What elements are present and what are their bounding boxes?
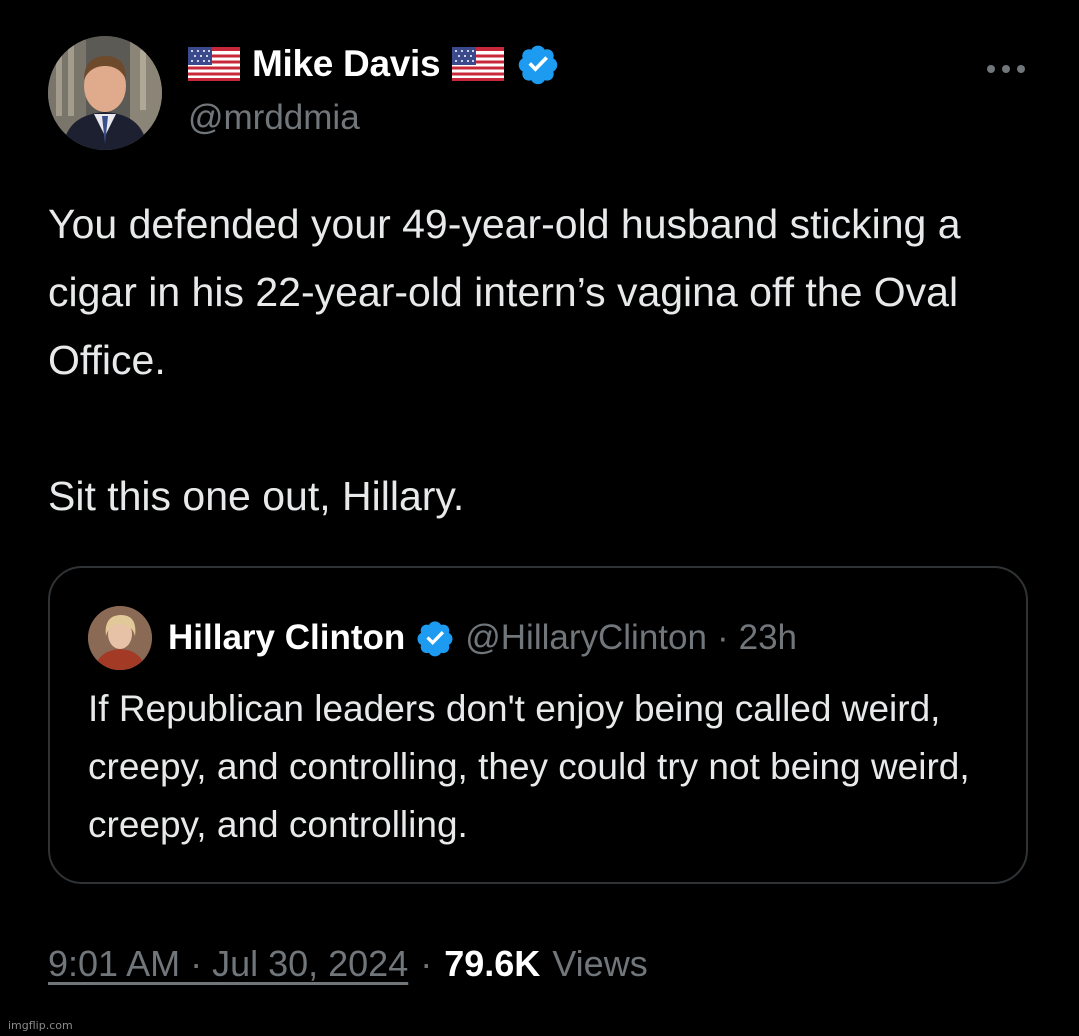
verified-badge-icon[interactable]	[415, 618, 455, 658]
quoted-header: Hillary Clinton @HillaryClinton · 23h	[168, 612, 797, 664]
us-flag-icon	[452, 47, 505, 81]
author-display-name[interactable]: Mike Davis	[252, 43, 441, 85]
quoted-tweet-text: If Republican leaders don't enjoy being …	[88, 688, 970, 845]
woman-portrait-icon	[88, 606, 152, 670]
meta-separator: ·	[420, 943, 433, 984]
verified-badge-icon[interactable]	[516, 42, 560, 86]
more-options-icon[interactable]	[984, 54, 1028, 84]
author-name-row: Mike Davis	[188, 40, 560, 88]
man-in-suit-portrait-icon	[48, 36, 162, 150]
views-label: Views	[552, 943, 648, 984]
tweet-text: You defended your 49-year-old husband st…	[48, 201, 961, 519]
us-flag-icon	[188, 47, 240, 81]
author-handle[interactable]: @mrddmia	[188, 98, 360, 138]
imgflip-watermark: imgflip.com	[8, 1019, 73, 1032]
views-count: 79.6K	[444, 943, 541, 984]
quoted-separator: ·	[716, 618, 729, 657]
quoted-handle[interactable]: @HillaryClinton	[465, 618, 707, 658]
tweet-meta: 9:01 AM · Jul 30, 2024 · 79.6K Views	[48, 936, 648, 992]
tweet-timestamp[interactable]: 9:01 AM · Jul 30, 2024	[48, 943, 408, 985]
quoted-author-avatar[interactable]	[88, 606, 152, 670]
author-avatar[interactable]	[48, 36, 162, 150]
quoted-display-name[interactable]: Hillary Clinton	[168, 618, 405, 658]
tweet: Mike Davis @mrddmia You defended your 49…	[0, 0, 1079, 1036]
quoted-relative-time[interactable]: 23h	[739, 618, 797, 658]
quoted-tweet-card[interactable]: Hillary Clinton @HillaryClinton · 23h If…	[48, 566, 1028, 884]
